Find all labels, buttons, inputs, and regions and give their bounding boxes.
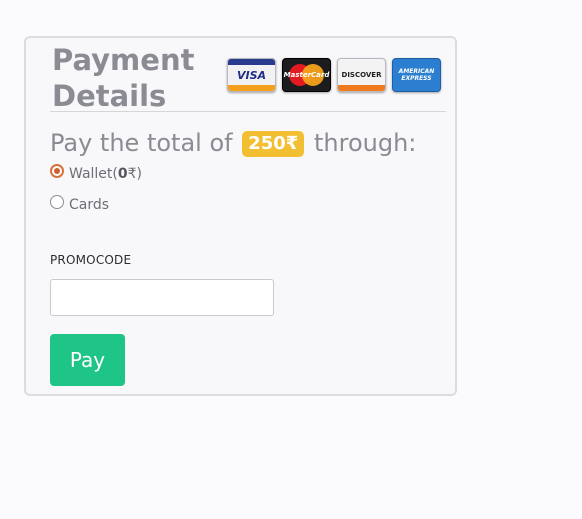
page-title: Payment Details [52,42,212,114]
title-line-1: Payment [52,43,195,77]
discover-logo-text: DISCOVER [341,71,382,79]
cards-radio[interactable] [50,195,64,209]
mastercard-icon: MasterCard [282,58,331,92]
total-amount-badge: 250₹ [242,131,305,157]
wallet-option[interactable]: Wallet( 0 ₹) [50,164,142,182]
payment-total-line: Pay the total of 250₹ through: [50,126,416,160]
wallet-balance: 0 [117,166,128,182]
amex-logo-text: AMERICAN EXPRESS [398,68,435,82]
amex-card-icon: AMERICAN EXPRESS [392,58,441,92]
cards-label: Cards [69,197,110,213]
promocode-input[interactable] [50,279,274,316]
title-divider [50,111,446,112]
discover-card-icon: DISCOVER [337,58,386,92]
cards-option[interactable]: Cards [50,195,110,213]
pay-button[interactable]: Pay [50,334,125,386]
title-line-2: Details [52,79,167,113]
wallet-label-prefix: Wallet( [69,166,118,182]
visa-logo-text: VISA [236,68,267,82]
visa-card-icon: VISA [227,58,276,92]
promocode-label: PROMOCODE [50,253,132,267]
mastercard-logo-text: MasterCard [283,71,330,79]
wallet-radio[interactable] [50,164,64,178]
accepted-cards: VISA MasterCard DISCOVER AMERICAN EXPRES… [227,58,441,92]
total-prefix: Pay the total of [50,129,233,157]
wallet-label-suffix: ₹) [127,166,142,182]
total-suffix: through: [313,129,417,157]
payment-details-card: Payment Details VISA MasterCard DISCOVER… [24,36,457,396]
